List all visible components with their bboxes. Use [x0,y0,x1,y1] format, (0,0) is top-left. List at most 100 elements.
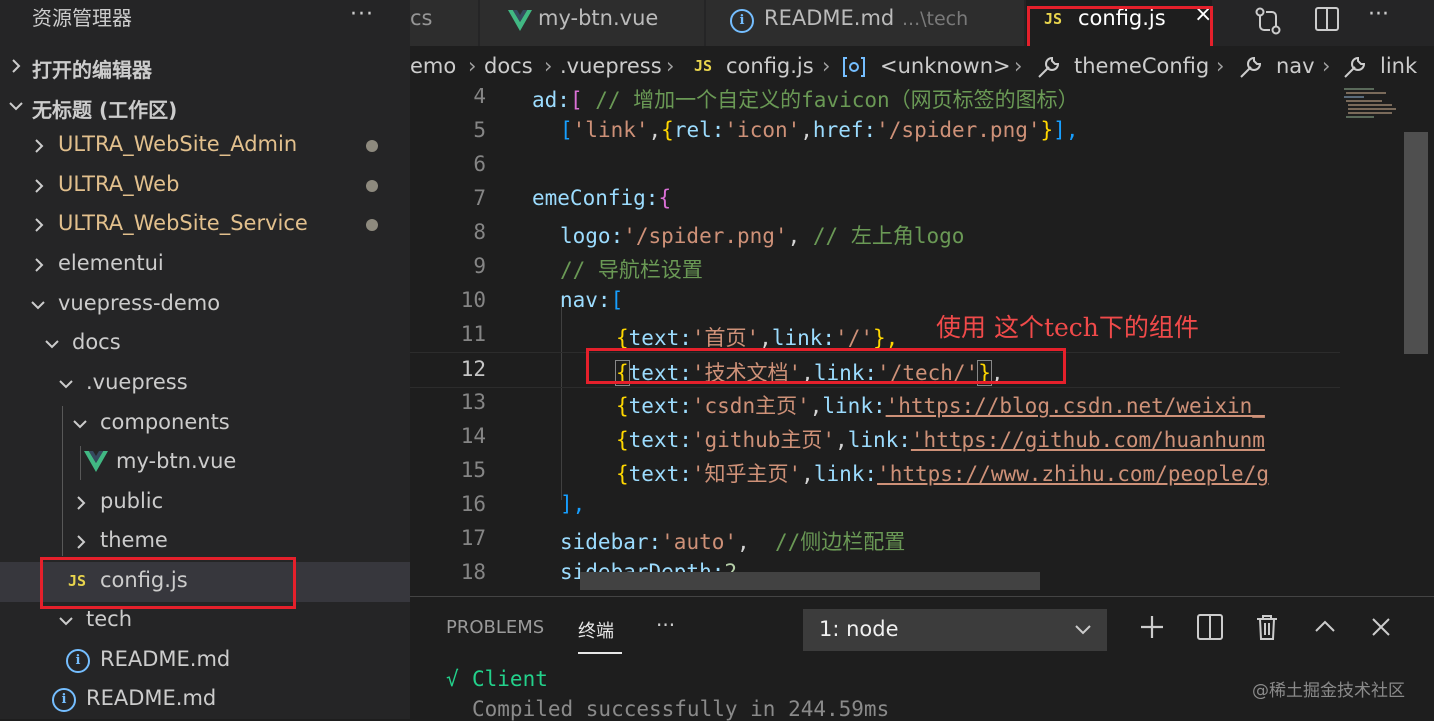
breadcrumb-item[interactable]: docs [484,54,533,78]
vue-file-icon [508,10,532,31]
tree-file-docs-readme[interactable]: i README.md [0,680,410,719]
code-line: 6 [410,148,1340,182]
token: { [615,360,630,386]
chevron-right-icon [77,535,86,549]
split-editor-icon[interactable] [1314,6,1340,32]
link-token[interactable]: 'https://blog.csdn.net/weixin_ [886,394,1265,418]
breadcrumb-item[interactable]: config.js [726,54,814,78]
tab-close-icon[interactable]: × [1194,2,1212,27]
tab-readme-tech[interactable]: i README.md ...\tech [706,0,1025,46]
token: link: [813,462,878,486]
tree-folder-public[interactable]: public [0,483,410,523]
trash-icon[interactable] [1254,613,1280,641]
close-panel-icon[interactable] [1368,613,1394,641]
tree-folder-components[interactable]: components [0,404,410,444]
tree-folder-vuepress-config[interactable]: .vuepress [0,364,410,404]
terminal-output-compiled: Compiled successfully in 244.59ms [472,697,890,721]
js-file-icon: JS [68,572,87,590]
code-line: 17 sidebar:'auto', //侧边栏配置 [410,522,1340,556]
token: 'github主页' [691,428,836,452]
token: [ [569,88,583,112]
add-terminal-icon[interactable] [1138,613,1166,641]
maximize-panel-icon[interactable] [1312,613,1338,641]
token: ], [560,492,586,516]
token: '首页' [691,326,760,350]
line-number: 6 [473,152,486,176]
minimap[interactable] [1340,88,1404,594]
token: emeConfig: [532,186,659,210]
tab-partial[interactable]: cs [410,0,479,46]
breadcrumb-item[interactable]: emo [410,54,456,78]
chevron-right-icon: › [822,54,831,78]
chevron-right-icon: › [1014,54,1023,78]
link-token[interactable]: 'https://github.com/huanhunm [911,428,1265,452]
line-number: 4 [473,88,486,108]
explorer-more-icon[interactable]: ··· [350,2,374,27]
chevron-right-icon [35,179,44,193]
tree-label: README.md [86,686,217,710]
token: '/spider.png' [876,118,1041,142]
tree-folder-ultra-website-admin[interactable]: ULTRA_WebSite_Admin [0,126,410,166]
info-icon: i [730,9,754,33]
tree-folder-ultra-web[interactable]: ULTRA_Web [0,166,410,206]
tree-folder-elementui[interactable]: elementui [0,245,410,285]
token: text: [628,462,692,486]
tree-label: config.js [100,568,188,592]
token: link: [771,326,836,350]
tree-folder-ultra-website-service[interactable]: ULTRA_WebSite_Service [0,205,410,245]
breadcrumb-item[interactable]: themeConfig [1074,54,1209,78]
tree-label: docs [72,330,121,354]
tree-folder-docs[interactable]: docs [0,324,410,364]
tree-label: elementui [58,251,164,275]
watermark: @稀土掘金技术社区 [1252,681,1405,701]
token: 'link' [572,118,649,142]
chevron-down-icon [59,380,73,389]
chevron-right-icon [35,139,44,153]
chevron-down-icon [45,340,59,349]
panel-tab-terminal[interactable]: 终端 [578,617,614,643]
modified-dot-icon [366,219,378,231]
chevron-right-icon: › [1216,54,1225,78]
breadcrumb-item[interactable]: link [1380,54,1417,78]
token: , [809,394,823,418]
tree-folder-tech[interactable]: tech [0,601,410,641]
token: href: [812,118,877,142]
section-workspace[interactable]: 无标题 (工作区) [0,88,410,126]
tab-my-btn-vue[interactable]: my-btn.vue [480,0,705,46]
line-number: 14 [460,424,486,448]
compare-changes-icon[interactable] [1254,6,1282,36]
panel-more-icon[interactable]: ··· [656,613,675,637]
split-terminal-icon[interactable] [1196,613,1224,641]
breadcrumb-item[interactable]: .vuepress [560,54,662,78]
line-number: 5 [473,118,486,142]
horizontal-scrollbar[interactable] [580,572,1040,590]
terminal-selector[interactable]: 1: node [803,609,1107,651]
tree-file-my-btn-vue[interactable]: my-btn.vue [0,443,410,483]
token: , [801,462,814,486]
panel-tab-problems[interactable]: PROBLEMS [446,617,544,638]
section-open-editors[interactable]: 打开的编辑器 [0,48,410,86]
active-tab-indicator [578,652,622,654]
code-editor[interactable]: 4 ad:[ // 增加一个自定义的favicon（网页标签的图标） 5 ['l… [410,88,1434,594]
link-token[interactable]: 'https://www.zhihu.com/people/g [877,462,1269,486]
more-actions-icon[interactable]: ··· [1368,2,1389,27]
chevron-right-icon: › [1322,54,1331,78]
symbol-object-icon [843,57,865,77]
tree-label: ULTRA_WebSite_Service [58,211,308,235]
line-number: 7 [473,186,486,210]
tree-label: components [100,410,230,434]
token: // 增加一个自定义的favicon（网页标签的图标） [582,88,1079,112]
token: ], [1053,118,1079,142]
terminal-output-client: Client [472,667,548,691]
tree-folder-vuepress-demo[interactable]: vuepress-demo [0,285,410,325]
token: [ [560,118,573,142]
tree-folder-theme[interactable]: theme [0,522,410,562]
tab-config-js[interactable]: JS config.js × [1026,0,1213,46]
breadcrumb-item[interactable]: nav [1276,54,1315,78]
tree-file-tech-readme[interactable]: i README.md [0,641,410,681]
vertical-scrollbar[interactable] [1404,132,1428,354]
token: ad: [532,88,570,112]
token: text: [628,394,692,418]
breadcrumb-item[interactable]: <unknown> [880,54,1011,78]
tree-file-config-js[interactable]: JS config.js [0,562,410,602]
